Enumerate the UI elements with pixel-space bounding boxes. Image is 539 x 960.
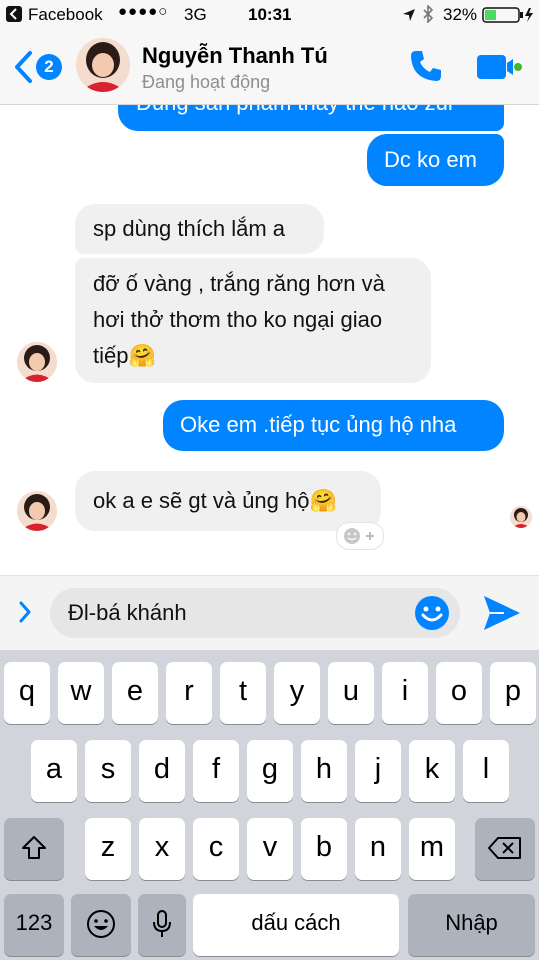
key-s[interactable]: s (85, 740, 131, 802)
key-h[interactable]: h (301, 740, 347, 802)
incoming-message[interactable]: sp dùng thích lắm a (75, 204, 324, 254)
emoji-keyboard-icon (86, 907, 116, 939)
key-b[interactable]: b (301, 818, 347, 880)
sender-avatar[interactable] (17, 342, 57, 382)
message-list[interactable]: Dùng sản phẩm thấy thế nào zui Dc ko em … (0, 105, 539, 575)
contact-avatar[interactable] (76, 38, 130, 92)
outgoing-message[interactable]: Dùng sản phẩm thấy thế nào zui (118, 105, 504, 131)
emoji-keyboard-key[interactable] (71, 894, 131, 956)
message-text: sp dùng thích lắm a (93, 216, 286, 241)
key-r[interactable]: r (166, 662, 212, 724)
conversation-header: 2 Nguyễn Thanh Tú Đang hoạt động (0, 30, 539, 105)
key-y[interactable]: y (274, 662, 320, 724)
dictation-key[interactable] (138, 894, 186, 956)
incoming-message[interactable]: ok a e sẽ gt và ủng hộ🤗 (75, 471, 381, 531)
network-type: 3G (184, 5, 207, 24)
outgoing-message[interactable]: Oke em .tiếp tục ủng hộ nha (163, 400, 504, 451)
return-key[interactable]: Nhập (408, 894, 535, 956)
back-chevron-icon[interactable] (12, 50, 34, 89)
key-e[interactable]: e (112, 662, 158, 724)
message-composer: Đl-bá khánh (0, 575, 539, 650)
microphone-icon (152, 907, 172, 939)
message-input-text: Đl-bá khánh (68, 600, 187, 625)
emoji-icon[interactable] (414, 595, 450, 636)
numbers-key[interactable]: 123 (4, 894, 64, 956)
location-icon (402, 7, 416, 27)
key-g[interactable]: g (247, 740, 293, 802)
key-t[interactable]: t (220, 662, 266, 724)
key-o[interactable]: o (436, 662, 482, 724)
video-call-icon[interactable] (476, 52, 522, 87)
status-bar: Facebook ●●●●○ 3G 10:31 32% (0, 0, 539, 30)
expand-actions-icon[interactable] (18, 601, 32, 628)
key-v[interactable]: v (247, 818, 293, 880)
message-text: Dùng sản phẩm thấy thế nào zui (136, 105, 453, 115)
space-key[interactable]: dấu cách (193, 894, 399, 956)
key-x[interactable]: x (139, 818, 185, 880)
bluetooth-icon (422, 4, 434, 28)
key-z[interactable]: z (85, 818, 131, 880)
add-reaction-button[interactable] (336, 522, 384, 550)
key-k[interactable]: k (409, 740, 455, 802)
message-line: hơi thở thơm tho ko ngại giao (93, 307, 383, 332)
backspace-icon (488, 831, 522, 863)
message-line: đỡ ố vàng , trắng răng hơn và (93, 271, 385, 296)
key-j[interactable]: j (355, 740, 401, 802)
message-line: tiếp🤗 (93, 343, 156, 368)
key-m[interactable]: m (409, 818, 455, 880)
key-l[interactable]: l (463, 740, 509, 802)
key-n[interactable]: n (355, 818, 401, 880)
contact-name[interactable]: Nguyễn Thanh Tú (142, 43, 328, 69)
key-f[interactable]: f (193, 740, 239, 802)
key-d[interactable]: d (139, 740, 185, 802)
key-u[interactable]: u (328, 662, 374, 724)
key-c[interactable]: c (193, 818, 239, 880)
unread-count-badge[interactable]: 2 (36, 54, 62, 80)
read-receipt-avatar (510, 506, 532, 528)
back-to-app-icon[interactable] (6, 6, 22, 22)
battery-percent: 32% (443, 5, 478, 24)
status-time: 10:31 (248, 5, 292, 24)
battery-icon (482, 7, 534, 28)
outgoing-message[interactable]: Dc ko em (367, 134, 504, 186)
key-i[interactable]: i (382, 662, 428, 724)
sender-avatar[interactable] (17, 491, 57, 531)
shift-key[interactable] (4, 818, 64, 880)
message-input[interactable]: Đl-bá khánh (50, 588, 460, 638)
signal-strength: ●●●●○ (118, 3, 169, 20)
phone-call-icon[interactable] (408, 48, 444, 89)
key-w[interactable]: w (58, 662, 104, 724)
message-text: Oke em .tiếp tục ủng hộ nha (180, 412, 457, 437)
key-q[interactable]: q (4, 662, 50, 724)
message-text: ok a e sẽ gt và ủng hộ🤗 (93, 488, 337, 513)
shift-icon (20, 831, 48, 863)
keyboard: q w e r t y u i o p a s d f g h j k l z … (0, 650, 539, 960)
backspace-key[interactable] (475, 818, 535, 880)
message-text: Dc ko em (384, 147, 477, 172)
smiley-plus-icon (342, 526, 378, 551)
key-p[interactable]: p (490, 662, 536, 724)
key-a[interactable]: a (31, 740, 77, 802)
incoming-message[interactable]: đỡ ố vàng , trắng răng hơn và hơi thở th… (75, 258, 431, 383)
back-app-label[interactable]: Facebook (28, 5, 103, 25)
send-icon[interactable] (482, 594, 522, 637)
contact-status: Đang hoạt động (142, 72, 271, 92)
